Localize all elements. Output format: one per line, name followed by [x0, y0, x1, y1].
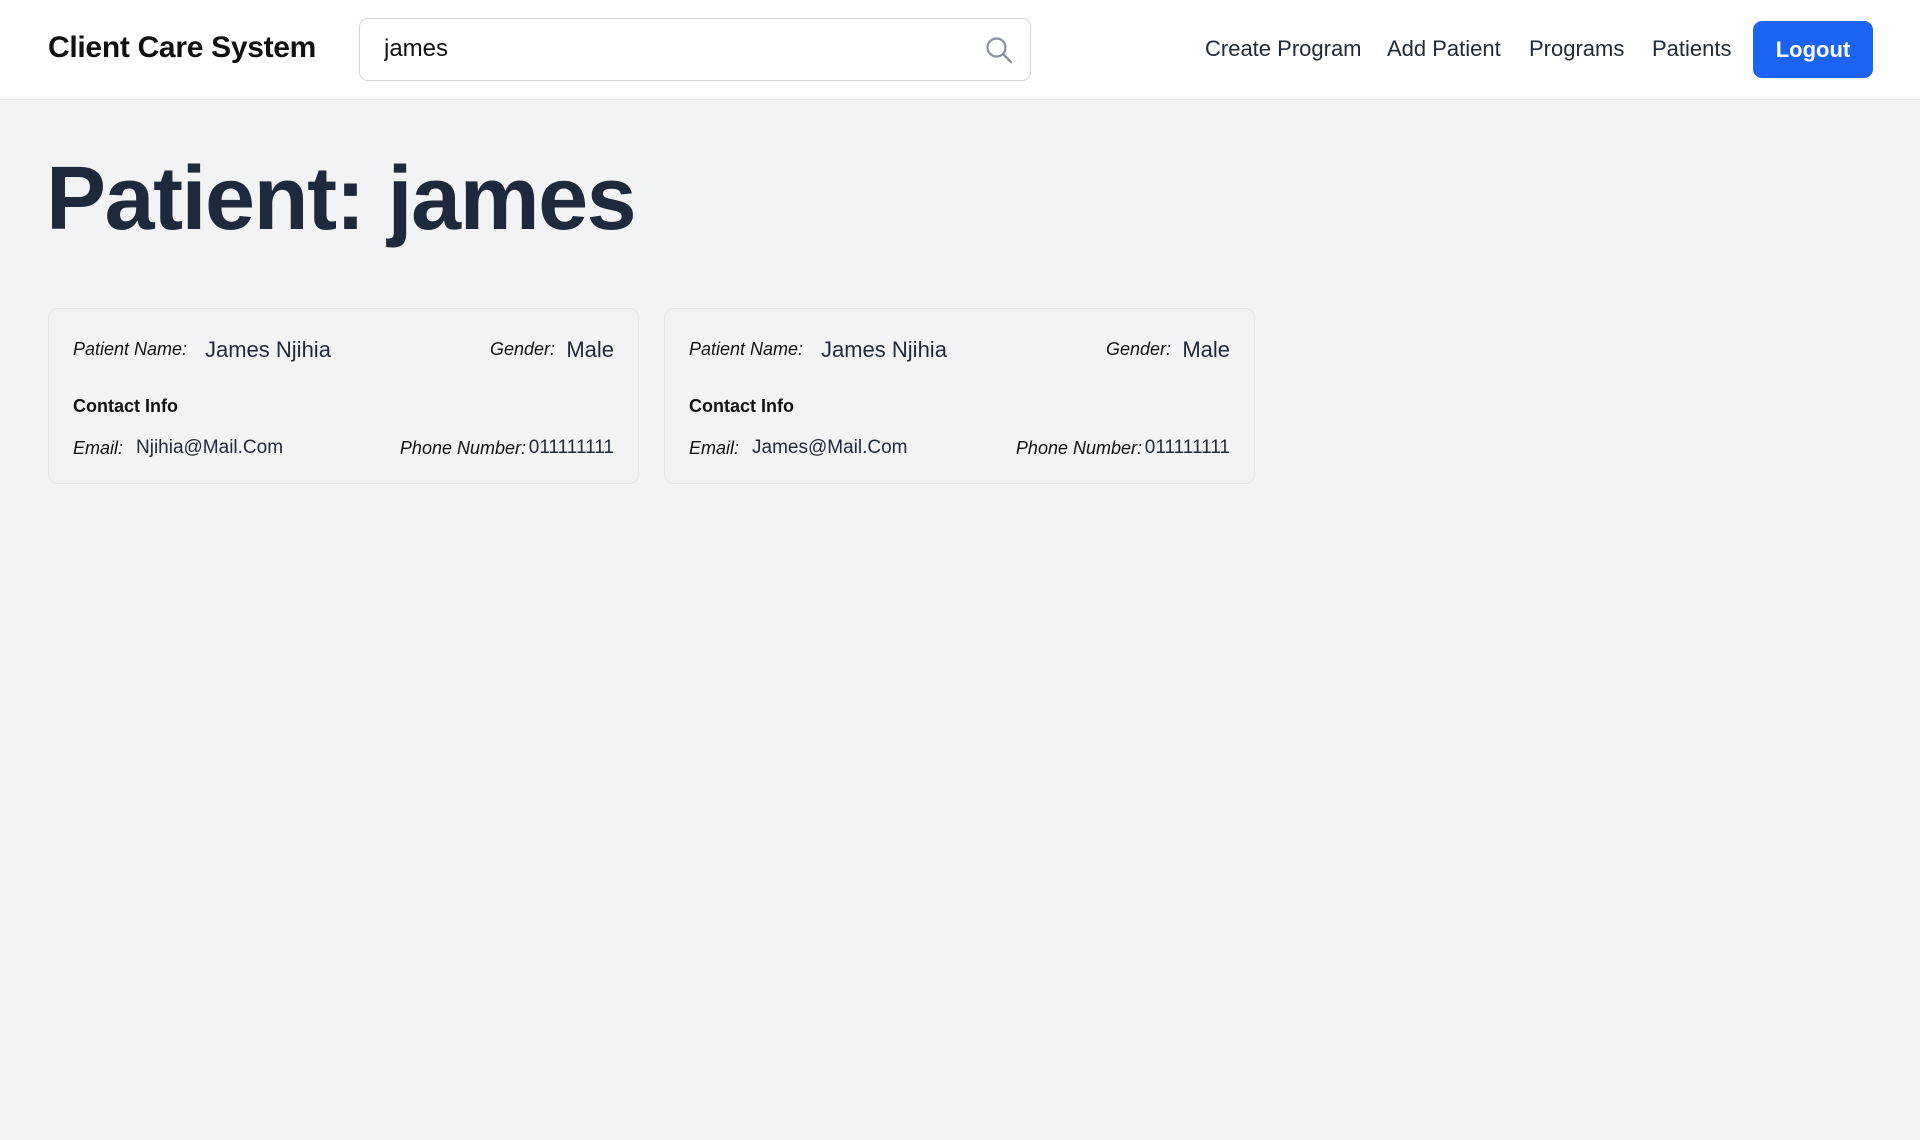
patient-name: James Njihia [205, 337, 331, 362]
patient-name-label: Patient Name: [689, 339, 804, 359]
email-value: Njihia@Mail.Com [136, 437, 284, 458]
patient-name: James Njihia [821, 337, 947, 362]
phone-label: Phone Number: [1015, 438, 1142, 458]
logout-button[interactable]: Logout [1753, 21, 1873, 78]
nav-add-patient[interactable]: Add Patient [1387, 36, 1501, 62]
nav-programs[interactable]: Programs [1529, 36, 1624, 62]
gender-value: Male [566, 337, 614, 362]
email-value: James@Mail.Com [752, 437, 908, 458]
search-icon[interactable] [984, 35, 1014, 65]
gender-value: Male [1182, 337, 1230, 362]
app-title[interactable]: Client Care System [48, 31, 316, 65]
patient-card[interactable]: Patient Name: James Njihia Gender: Male … [48, 308, 639, 484]
patient-card[interactable]: Patient Name: James Njihia Gender: Male … [664, 308, 1255, 484]
nav-patients[interactable]: Patients [1652, 36, 1732, 62]
gender-label: Gender: [1105, 339, 1171, 359]
email-label: Email: [73, 438, 124, 458]
search-box[interactable] [359, 18, 1031, 81]
phone-label: Phone Number: [399, 438, 526, 458]
contact-info-heading: Contact Info [689, 396, 794, 416]
search-input[interactable] [384, 19, 964, 79]
phone-value: 011111111 [1144, 437, 1230, 458]
phone-value: 011111111 [528, 437, 614, 458]
top-navbar: Client Care System Create Program Add Pa… [0, 0, 1920, 100]
email-label: Email: [689, 438, 740, 458]
nav-create-program[interactable]: Create Program [1205, 36, 1362, 62]
page-title: Patient: james [46, 149, 637, 249]
gender-label: Gender: [489, 339, 555, 359]
patient-name-label: Patient Name: [73, 339, 188, 359]
contact-info-heading: Contact Info [73, 396, 178, 416]
